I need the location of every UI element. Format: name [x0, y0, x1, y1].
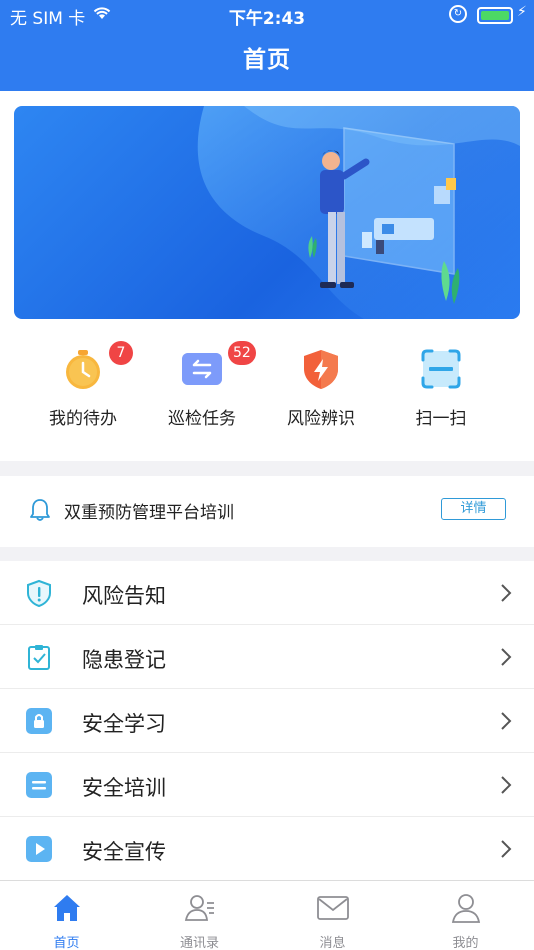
- mail-icon: [316, 896, 349, 920]
- shortcut-grid: 7 我的待办 52 巡检任务 风险辨识 扫一扫: [0, 331, 534, 461]
- menu-item-safety-study[interactable]: 安全学习: [0, 689, 534, 753]
- battery-icon: [477, 7, 513, 24]
- chevron-right-icon: [501, 840, 512, 858]
- tab-label: 我的: [452, 936, 479, 950]
- menu-item-hazard-register[interactable]: 隐患登记: [0, 625, 534, 689]
- shortcut-inspection-task[interactable]: 52 巡检任务: [135, 331, 269, 441]
- chevron-right-icon: [501, 648, 512, 666]
- tab-label: 消息: [319, 936, 346, 950]
- shortcut-scan[interactable]: 扫一扫: [374, 331, 508, 441]
- home-icon: [53, 895, 80, 921]
- section-divider: [0, 547, 534, 561]
- menu-item-risk-notice[interactable]: 风险告知: [0, 561, 534, 625]
- bell-icon: [30, 499, 50, 521]
- clipboard-check-icon: [28, 645, 50, 670]
- orientation-lock-icon: ↻: [449, 5, 467, 23]
- tab-messages[interactable]: 消息: [266, 881, 399, 950]
- tab-contacts[interactable]: 通讯录: [133, 881, 266, 950]
- clock-icon: [66, 350, 100, 389]
- inspection-badge: 52: [228, 341, 256, 365]
- shortcut-risk-identification[interactable]: 风险辨识: [254, 331, 388, 441]
- menu-item-label: 风险告知: [82, 584, 166, 608]
- notice-text: 双重预防管理平台培训: [64, 503, 234, 523]
- menu-item-label: 安全宣传: [82, 840, 166, 864]
- notice-bar[interactable]: 双重预防管理平台培训 详情: [0, 476, 534, 547]
- menu-item-safety-training[interactable]: 安全培训: [0, 753, 534, 817]
- nav-bar: 首页: [0, 30, 534, 91]
- play-icon: [26, 836, 52, 862]
- menu-item-label: 安全学习: [82, 712, 166, 736]
- shortcut-label: 扫一扫: [415, 409, 467, 429]
- menu-item-label: 安全培训: [82, 776, 166, 800]
- status-bar: 无 SIM 卡 下午2:43 ↻ ⚡: [0, 0, 534, 30]
- scan-icon: [421, 349, 461, 389]
- chevron-right-icon: [501, 712, 512, 730]
- lightning-shield-icon: [304, 350, 338, 389]
- battery-fill: [481, 11, 509, 20]
- menu-item-safety-publicity[interactable]: 安全宣传: [0, 817, 534, 881]
- lock-icon: [26, 708, 52, 734]
- tab-home[interactable]: 首页: [0, 881, 133, 950]
- person-icon: [451, 894, 480, 923]
- todo-badge: 7: [109, 341, 133, 365]
- shortcut-label: 我的待办: [49, 409, 117, 429]
- main-content: 7 我的待办 52 巡检任务 风险辨识 扫一扫 双重预防管理平台培训 详情 风险…: [0, 91, 534, 881]
- contacts-icon: [184, 895, 214, 921]
- shortcut-my-todo[interactable]: 7 我的待办: [16, 331, 150, 441]
- tab-label: 通讯录: [179, 936, 219, 950]
- menu-list: 风险告知 隐患登记 安全学习 安全培训 安全宣传: [0, 561, 534, 881]
- swap-arrows-icon: [182, 353, 222, 385]
- tab-bar: 首页 通讯录 消息 我的: [0, 880, 534, 950]
- banner-illustration: [197, 106, 520, 319]
- page-title: 首页: [243, 47, 291, 73]
- charging-bolt-icon: ⚡: [517, 4, 527, 20]
- chevron-right-icon: [501, 584, 512, 602]
- shortcut-label: 风险辨识: [287, 409, 355, 429]
- chevron-right-icon: [501, 776, 512, 794]
- section-divider: [0, 461, 534, 476]
- list-icon: [26, 772, 52, 798]
- menu-item-label: 隐患登记: [82, 648, 166, 672]
- shield-alert-icon: [27, 579, 51, 607]
- tab-label: 首页: [53, 936, 80, 950]
- shortcut-label: 巡检任务: [168, 409, 236, 429]
- detail-button[interactable]: 详情: [441, 498, 506, 520]
- tab-me[interactable]: 我的: [399, 881, 532, 950]
- home-banner[interactable]: [14, 106, 520, 319]
